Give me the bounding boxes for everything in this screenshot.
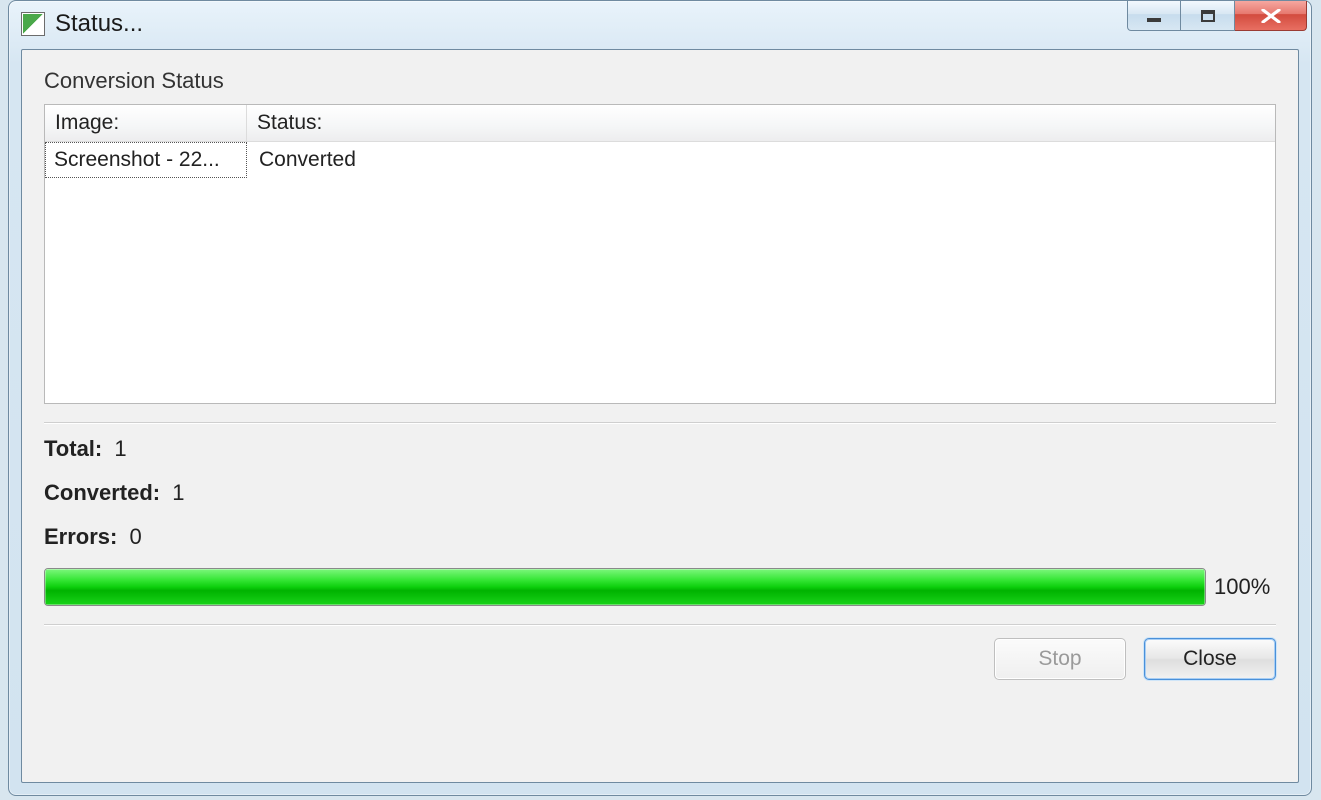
stat-converted: Converted: 1: [44, 480, 1276, 506]
converted-label: Converted:: [44, 480, 160, 505]
client-area: Conversion Status Image: Status: Screens…: [21, 49, 1299, 783]
stat-errors: Errors: 0: [44, 524, 1276, 550]
stat-total: Total: 1: [44, 436, 1276, 462]
minimize-icon: [1147, 18, 1161, 22]
close-button[interactable]: Close: [1144, 638, 1276, 680]
titlebar[interactable]: Status...: [9, 1, 1311, 47]
status-dialog-window: Status... Conversion Status Image: Statu…: [8, 0, 1312, 796]
listview-header: Image: Status:: [45, 105, 1275, 142]
progress-bar: [44, 568, 1206, 606]
window-title: Status...: [55, 10, 143, 38]
errors-label: Errors:: [44, 524, 117, 549]
stats-block: Total: 1 Converted: 1 Errors: 0: [44, 436, 1276, 550]
minimize-button[interactable]: [1127, 1, 1181, 31]
stop-button: Stop: [994, 638, 1126, 680]
section-label: Conversion Status: [44, 68, 1276, 94]
table-row[interactable]: Screenshot - 22... Converted: [45, 142, 1275, 178]
progress-percent-text: 100%: [1214, 574, 1276, 600]
converted-value: 1: [172, 480, 184, 505]
cell-image-name: Screenshot - 22...: [45, 142, 247, 178]
window-close-button[interactable]: [1235, 1, 1307, 31]
divider: [44, 624, 1276, 626]
app-icon: [21, 12, 45, 36]
column-header-image[interactable]: Image:: [45, 105, 247, 141]
divider: [44, 422, 1276, 424]
progress-fill: [45, 569, 1205, 605]
close-icon: [1260, 9, 1282, 23]
cell-status: Converted: [247, 142, 1275, 178]
button-row: Stop Close: [44, 638, 1276, 680]
total-value: 1: [114, 436, 126, 461]
maximize-icon: [1201, 10, 1215, 22]
total-label: Total:: [44, 436, 102, 461]
errors-value: 0: [129, 524, 141, 549]
window-controls: [1127, 1, 1307, 31]
column-header-status[interactable]: Status:: [247, 105, 1275, 141]
maximize-button[interactable]: [1181, 1, 1235, 31]
conversion-listview[interactable]: Image: Status: Screenshot - 22... Conver…: [44, 104, 1276, 404]
progress-row: 100%: [44, 568, 1276, 606]
